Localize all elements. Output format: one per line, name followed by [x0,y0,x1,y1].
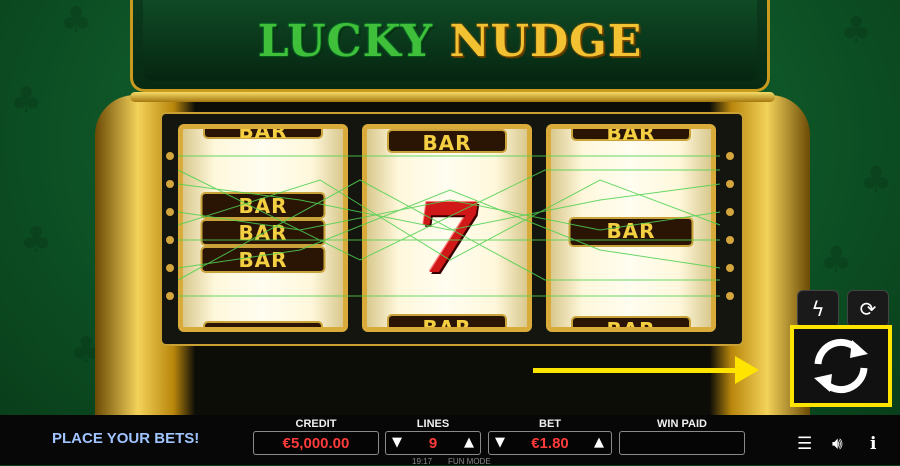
win-label: WIN PAID [657,418,707,430]
autoplay-button[interactable]: ⟳ [847,290,889,328]
turbo-button[interactable]: ϟ [797,290,839,328]
lines-label: LINES [416,418,450,430]
sound-icon[interactable]: 🔊︎ [832,434,843,454]
bet-decrease-button[interactable]: ▼ [495,435,505,450]
spin-icon [814,338,868,394]
spin-button[interactable] [790,325,892,407]
info-icon[interactable]: i [870,434,876,454]
win-value [619,431,745,455]
bet-increase-button[interactable]: ▲ [594,435,604,450]
menu-icon[interactable]: ☰ [797,434,812,454]
paylines [177,155,721,297]
status-message: PLACE YOUR BETS! [52,430,200,447]
turbo-icon: ϟ [811,297,825,321]
bet-label: BET [539,418,561,430]
credit-label: CREDIT [295,418,337,430]
credit-value: €5,000.00 [253,431,379,455]
lines-increase-button[interactable]: ▲ [464,435,474,450]
highlight-arrow-head [735,356,759,384]
lines-decrease-button[interactable]: ▼ [392,435,402,450]
autoplay-icon: ⟳ [859,297,877,321]
highlight-arrow [533,368,738,373]
